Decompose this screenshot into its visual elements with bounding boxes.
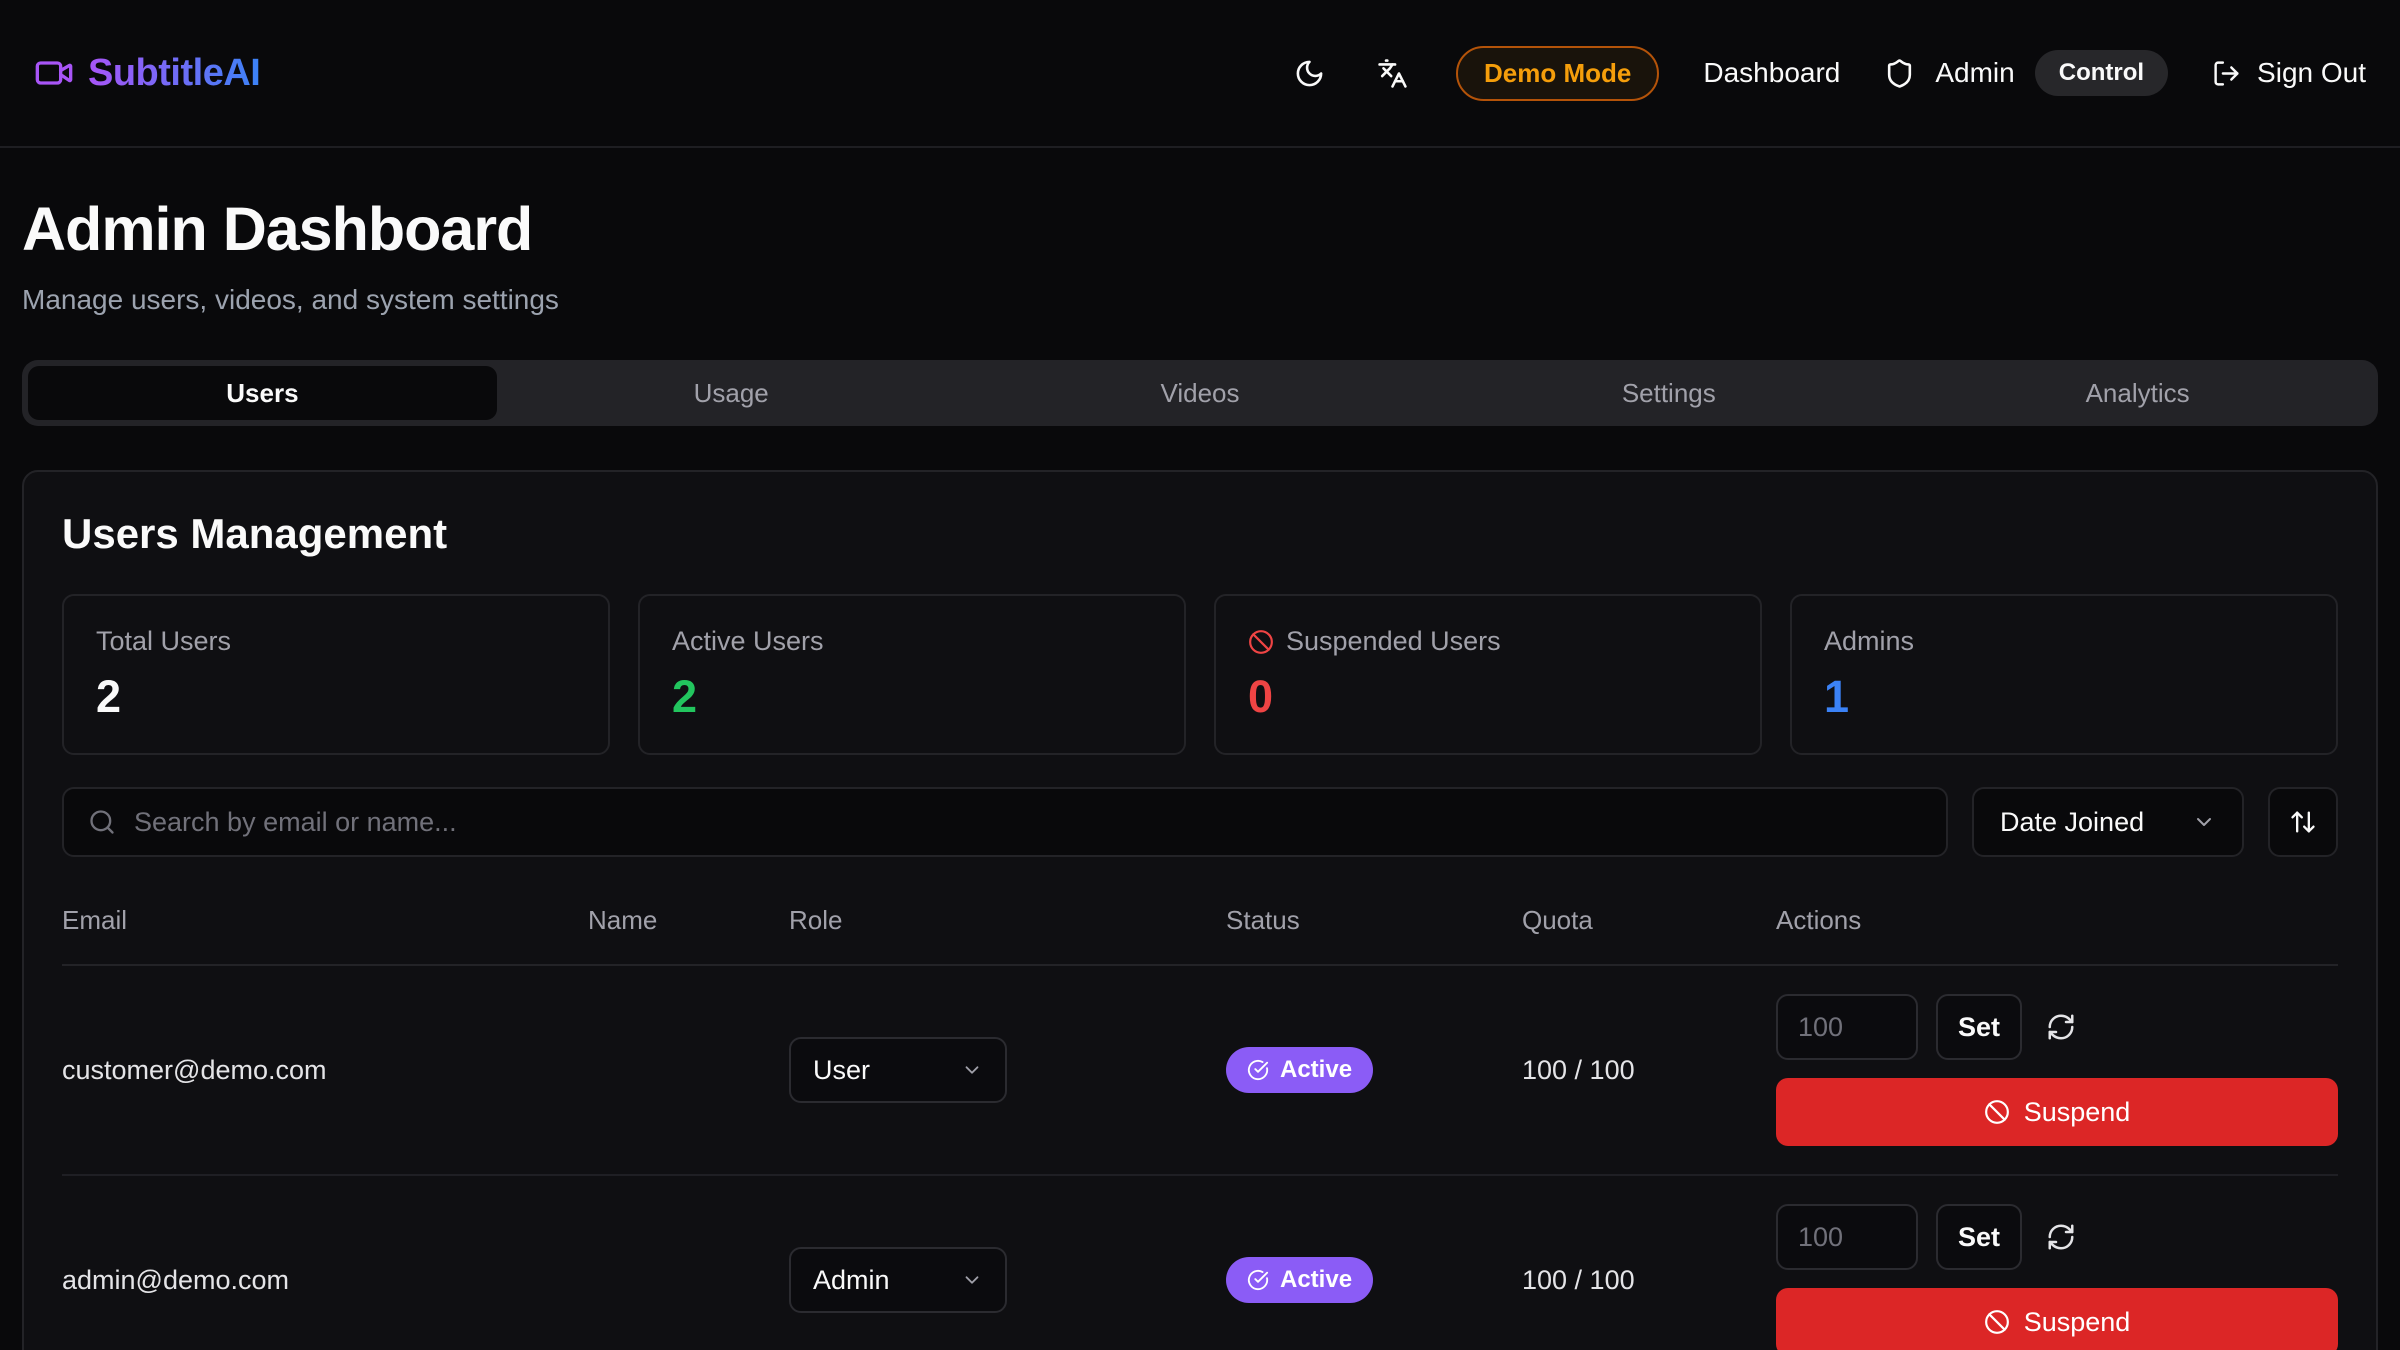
- sort-field-select[interactable]: Date Joined: [1972, 787, 2244, 857]
- reset-quota-button[interactable]: [2040, 1216, 2082, 1258]
- page-subtitle: Manage users, videos, and system setting…: [22, 284, 2378, 316]
- arrow-up-down-icon: [2289, 808, 2317, 836]
- video-camera-icon: [34, 53, 74, 93]
- circle-check-icon: [1247, 1269, 1269, 1291]
- status-badge: Active: [1226, 1047, 1373, 1093]
- user-email: customer@demo.com: [62, 1055, 588, 1086]
- refresh-icon: [2046, 1222, 2076, 1252]
- language-toggle-button[interactable]: [1373, 54, 1412, 93]
- admin-indicator: Admin Control: [1884, 50, 2168, 96]
- list-controls: Date Joined: [62, 787, 2338, 857]
- users-table: Email Name Role Status Quota Actions cus…: [62, 905, 2338, 1350]
- top-nav: SubtitleAI Demo Mode Dashboard Admin Con…: [0, 0, 2400, 148]
- table-row: admin@demo.com Admin Acti: [62, 1176, 2338, 1350]
- role-value: User: [813, 1055, 870, 1086]
- user-email: admin@demo.com: [62, 1265, 588, 1296]
- set-quota-button[interactable]: Set: [1936, 994, 2022, 1060]
- status-badge: Active: [1226, 1257, 1373, 1303]
- table-header: Email Name Role Status Quota Actions: [62, 905, 2338, 966]
- circle-check-icon: [1247, 1059, 1269, 1081]
- stat-label: Active Users: [672, 626, 824, 657]
- search-icon: [88, 808, 116, 836]
- status-label: Active: [1280, 1266, 1352, 1294]
- demo-mode-badge: Demo Mode: [1456, 46, 1659, 101]
- app-title: SubtitleAI: [88, 52, 260, 95]
- sign-out-button[interactable]: Sign Out: [2212, 57, 2366, 89]
- languages-icon: [1377, 58, 1408, 89]
- sign-out-label: Sign Out: [2257, 57, 2366, 89]
- column-header-status: Status: [1226, 905, 1522, 936]
- dashboard-tabs: Users Usage Videos Settings Analytics: [22, 360, 2378, 426]
- stat-value-total-users: 2: [96, 671, 576, 723]
- ban-icon: [1984, 1309, 2010, 1335]
- column-header-role: Role: [789, 905, 1226, 936]
- chevron-down-icon: [2192, 810, 2216, 834]
- refresh-icon: [2046, 1012, 2076, 1042]
- stat-label: Admins: [1824, 626, 1914, 657]
- stat-card-total-users: Total Users 2: [62, 594, 610, 755]
- set-quota-button[interactable]: Set: [1936, 1204, 2022, 1270]
- page-title: Admin Dashboard: [22, 194, 2378, 264]
- chevron-down-icon: [961, 1269, 983, 1291]
- chevron-down-icon: [961, 1059, 983, 1081]
- tab-videos[interactable]: Videos: [966, 366, 1435, 420]
- quota-input[interactable]: [1776, 1204, 1918, 1270]
- tab-users[interactable]: Users: [28, 366, 497, 420]
- stat-card-suspended-users: Suspended Users 0: [1214, 594, 1762, 755]
- status-label: Active: [1280, 1056, 1352, 1084]
- stat-value-admins: 1: [1824, 671, 2304, 723]
- panel-title: Users Management: [62, 510, 2338, 558]
- quota-input[interactable]: [1776, 994, 1918, 1060]
- stat-value-active-users: 2: [672, 671, 1152, 723]
- nav-actions: Demo Mode Dashboard Admin Control Sign O…: [1290, 46, 2366, 101]
- quota-value: 100 / 100: [1522, 1055, 1776, 1086]
- search-input[interactable]: [134, 807, 1922, 838]
- column-header-actions: Actions: [1776, 905, 2338, 936]
- tab-settings[interactable]: Settings: [1434, 366, 1903, 420]
- suspend-button[interactable]: Suspend: [1776, 1288, 2338, 1350]
- users-management-panel: Users Management Total Users 2 Active Us…: [22, 470, 2378, 1350]
- role-select[interactable]: User: [789, 1037, 1007, 1103]
- app-logo[interactable]: SubtitleAI: [34, 52, 260, 95]
- stat-value-suspended-users: 0: [1248, 671, 1728, 723]
- role-value: Admin: [813, 1265, 890, 1296]
- tab-usage[interactable]: Usage: [497, 366, 966, 420]
- theme-toggle-button[interactable]: [1290, 54, 1329, 93]
- table-row: customer@demo.com User Ac: [62, 966, 2338, 1176]
- dashboard-link[interactable]: Dashboard: [1703, 57, 1840, 89]
- stat-card-admins: Admins 1: [1790, 594, 2338, 755]
- suspend-label: Suspend: [2024, 1307, 2131, 1338]
- search-box: [62, 787, 1948, 857]
- control-badge: Control: [2035, 50, 2168, 96]
- stat-card-active-users: Active Users 2: [638, 594, 1186, 755]
- stats-row: Total Users 2 Active Users 2 Suspended U…: [62, 594, 2338, 755]
- log-out-icon: [2212, 59, 2241, 88]
- suspend-label: Suspend: [2024, 1097, 2131, 1128]
- tab-analytics[interactable]: Analytics: [1903, 366, 2372, 420]
- stat-label: Total Users: [96, 626, 231, 657]
- stat-label: Suspended Users: [1286, 626, 1501, 657]
- role-select[interactable]: Admin: [789, 1247, 1007, 1313]
- row-actions: Set Suspend: [1776, 1204, 2338, 1350]
- ban-icon: [1984, 1099, 2010, 1125]
- admin-role-label: Admin: [1935, 57, 2014, 89]
- reset-quota-button[interactable]: [2040, 1006, 2082, 1048]
- shield-icon: [1884, 58, 1915, 89]
- column-header-email: Email: [62, 905, 588, 936]
- suspend-button[interactable]: Suspend: [1776, 1078, 2338, 1146]
- quota-value: 100 / 100: [1522, 1265, 1776, 1296]
- sort-field-value: Date Joined: [2000, 807, 2144, 838]
- main-content: Admin Dashboard Manage users, videos, an…: [0, 194, 2400, 1350]
- moon-icon: [1294, 58, 1325, 89]
- column-header-name: Name: [588, 905, 789, 936]
- sort-direction-button[interactable]: [2268, 787, 2338, 857]
- ban-icon: [1248, 629, 1274, 655]
- row-actions: Set Suspend: [1776, 994, 2338, 1146]
- column-header-quota: Quota: [1522, 905, 1776, 936]
